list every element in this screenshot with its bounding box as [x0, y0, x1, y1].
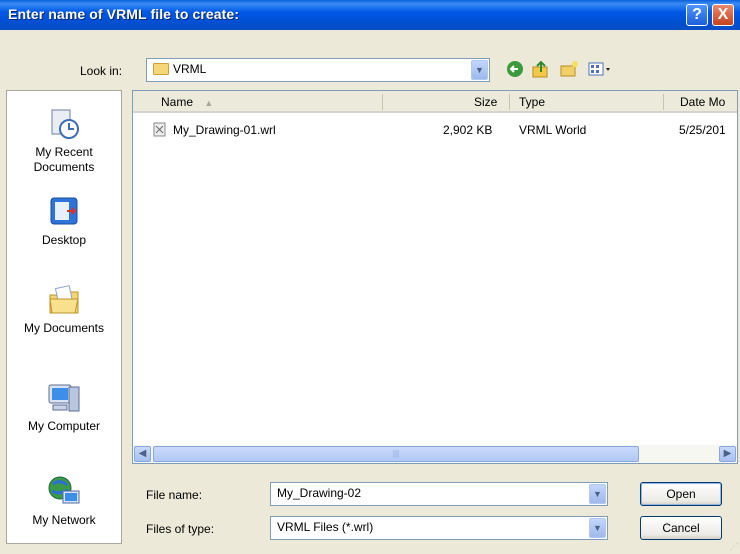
scroll-thumb[interactable]: ||| [153, 446, 639, 462]
view-menu-icon [588, 62, 610, 76]
new-folder-button[interactable] [558, 60, 580, 80]
column-header: Name ▲ Size Type Date Mo [133, 91, 737, 113]
resize-grip-icon[interactable]: ⋰ [730, 542, 738, 551]
column-name[interactable]: Name ▲ [161, 95, 213, 109]
column-type[interactable]: Type [519, 95, 545, 109]
chevron-down-icon[interactable]: ▼ [589, 518, 606, 538]
filetype-label: Files of type: [146, 522, 215, 536]
up-folder-button[interactable] [530, 60, 552, 80]
place-label: My Network [32, 513, 96, 527]
open-button[interactable]: Open [640, 482, 722, 506]
file-name: My_Drawing-01.wrl [173, 123, 276, 137]
column-separator[interactable] [509, 94, 510, 110]
column-separator[interactable] [663, 94, 664, 110]
recent-documents-icon [51, 109, 79, 139]
place-label: My Documents [23, 321, 105, 335]
lookin-label: Look in: [80, 64, 123, 78]
close-icon: X [717, 6, 729, 23]
lookin-value: VRML [153, 62, 206, 76]
chevron-down-icon[interactable]: ▼ [471, 60, 488, 80]
chevron-down-icon[interactable]: ▼ [589, 484, 606, 504]
filename-input[interactable]: My_Drawing-02 ▼ [270, 482, 608, 506]
cancel-button[interactable]: Cancel [640, 516, 722, 540]
scroll-right-button[interactable]: ▶ [719, 446, 736, 462]
file-type: VRML World [519, 123, 587, 137]
my-computer-icon [48, 384, 80, 412]
help-button[interactable]: ? [686, 4, 708, 26]
folder-icon [153, 63, 169, 75]
dialog-title: Enter name of VRML file to create: [8, 6, 240, 22]
column-separator[interactable] [382, 94, 383, 110]
filetype-dropdown[interactable]: VRML Files (*.wrl) ▼ [270, 516, 608, 540]
places-bar: My Recent Documents Desktop My Documents [6, 90, 122, 544]
file-size: 2,902 KB [443, 123, 493, 137]
new-folder-icon [560, 61, 578, 77]
place-my-computer[interactable]: My Computer [7, 381, 121, 434]
help-icon: ? [692, 6, 702, 23]
file-list[interactable]: Name ▲ Size Type Date Mo My_Drawing-01.w… [132, 90, 738, 464]
lookin-dropdown[interactable]: VRML ▼ [146, 58, 490, 82]
up-folder-icon [532, 60, 548, 78]
title-bar[interactable]: Enter name of VRML file to create: ? X [0, 0, 740, 30]
scroll-left-button[interactable]: ◀ [134, 446, 151, 462]
filename-label: File name: [146, 488, 203, 502]
place-label: Desktop [41, 233, 87, 247]
place-label: My Computer [27, 419, 101, 433]
place-recent-documents[interactable]: My Recent Documents [7, 107, 121, 175]
vrml-file-icon [153, 122, 166, 137]
column-size[interactable]: Size [474, 95, 497, 109]
my-network-icon [48, 476, 80, 504]
place-label: My Recent Documents [33, 145, 95, 174]
filename-value: My_Drawing-02 [277, 486, 362, 500]
sort-ascending-icon: ▲ [204, 98, 214, 108]
view-menu-button[interactable] [586, 60, 616, 80]
horizontal-scrollbar[interactable]: ◀ ||| ▶ [133, 445, 737, 463]
close-button[interactable]: X [712, 4, 734, 26]
place-my-network[interactable]: My Network [7, 475, 121, 528]
my-documents-icon [49, 285, 79, 314]
lookin-value-text: VRML [173, 62, 207, 76]
place-my-documents[interactable]: My Documents [7, 283, 121, 336]
column-date[interactable]: Date Mo [680, 95, 725, 109]
back-button[interactable] [504, 60, 526, 80]
file-date: 5/25/201 [679, 123, 726, 137]
filetype-value: VRML Files (*.wrl) [277, 520, 374, 534]
file-dialog: Enter name of VRML file to create: ? X L… [0, 0, 740, 554]
file-row[interactable]: My_Drawing-01.wrl 2,902 KB VRML World 5/… [133, 121, 737, 139]
place-desktop[interactable]: Desktop [7, 195, 121, 248]
back-icon [507, 61, 523, 77]
desktop-icon [50, 197, 78, 225]
